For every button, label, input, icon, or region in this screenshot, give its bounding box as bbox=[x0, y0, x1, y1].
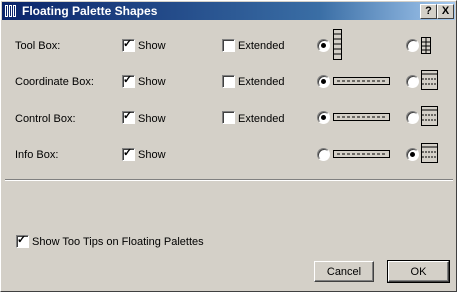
separator bbox=[5, 179, 453, 181]
vertical-palette-icon bbox=[333, 29, 342, 60]
control-box-show-checkbox[interactable]: ✓ bbox=[122, 110, 135, 124]
floating-palette-shapes-dialog: Floating Palette Shapes ? X Tool Box: ✓ … bbox=[0, 0, 457, 292]
check-mark-icon: ✓ bbox=[123, 147, 133, 159]
check-mark-icon: ✓ bbox=[123, 110, 133, 122]
control-box-show-label: Show bbox=[138, 113, 166, 125]
info-box-grid-radio[interactable] bbox=[406, 148, 419, 161]
coordinate-box-extended-label: Extended bbox=[238, 76, 285, 88]
coordinate-box-grid-radio[interactable] bbox=[406, 75, 419, 88]
info-box-show-checkbox[interactable]: ✓ bbox=[122, 147, 135, 161]
control-box-grid-radio[interactable] bbox=[406, 111, 419, 124]
tool-box-show-label: Show bbox=[138, 40, 166, 52]
close-button[interactable]: X bbox=[437, 4, 454, 19]
grid-palette-icon bbox=[421, 106, 438, 126]
info-box-show-label: Show bbox=[138, 149, 166, 161]
row-label-coordinate-box: Coordinate Box: bbox=[15, 76, 94, 88]
horizontal-palette-icon bbox=[333, 150, 390, 158]
tool-box-vertical-radio[interactable] bbox=[317, 39, 330, 52]
help-button[interactable]: ? bbox=[420, 4, 437, 19]
row-label-info-box: Info Box: bbox=[15, 149, 59, 161]
coordinate-box-show-label: Show bbox=[138, 76, 166, 88]
cancel-button[interactable]: Cancel bbox=[314, 261, 374, 282]
coordinate-box-horizontal-radio[interactable] bbox=[317, 75, 330, 88]
check-mark-icon: ✓ bbox=[17, 234, 27, 246]
show-tool-tips-checkbox[interactable]: ✓ bbox=[16, 234, 29, 248]
tool-box-show-checkbox[interactable]: ✓ bbox=[122, 38, 135, 52]
show-tool-tips-label: Show Too Tips on Floating Palettes bbox=[32, 236, 204, 248]
tool-box-grid-radio[interactable] bbox=[406, 39, 419, 52]
control-box-horizontal-radio[interactable] bbox=[317, 111, 330, 124]
row-label-control-box: Control Box: bbox=[15, 113, 76, 125]
grid-palette-icon bbox=[421, 70, 438, 90]
info-box-horizontal-radio[interactable] bbox=[317, 148, 330, 161]
grid-palette-icon bbox=[421, 143, 438, 163]
check-mark-icon: ✓ bbox=[123, 38, 133, 50]
control-box-extended-checkbox[interactable] bbox=[222, 111, 235, 124]
window-title: Floating Palette Shapes bbox=[22, 4, 158, 18]
tool-box-extended-label: Extended bbox=[238, 40, 285, 52]
coordinate-box-show-checkbox[interactable]: ✓ bbox=[122, 74, 135, 88]
ok-button[interactable]: OK bbox=[387, 260, 450, 283]
grid-palette-icon bbox=[421, 37, 431, 54]
title-bar[interactable]: Floating Palette Shapes ? X bbox=[2, 2, 455, 20]
control-box-extended-label: Extended bbox=[238, 113, 285, 125]
horizontal-palette-icon bbox=[333, 113, 390, 121]
tool-box-extended-checkbox[interactable] bbox=[222, 39, 235, 52]
coordinate-box-extended-checkbox[interactable] bbox=[222, 75, 235, 88]
check-mark-icon: ✓ bbox=[123, 74, 133, 86]
app-icon bbox=[5, 5, 16, 17]
row-label-tool-box: Tool Box: bbox=[15, 40, 61, 52]
horizontal-palette-icon bbox=[333, 77, 390, 85]
